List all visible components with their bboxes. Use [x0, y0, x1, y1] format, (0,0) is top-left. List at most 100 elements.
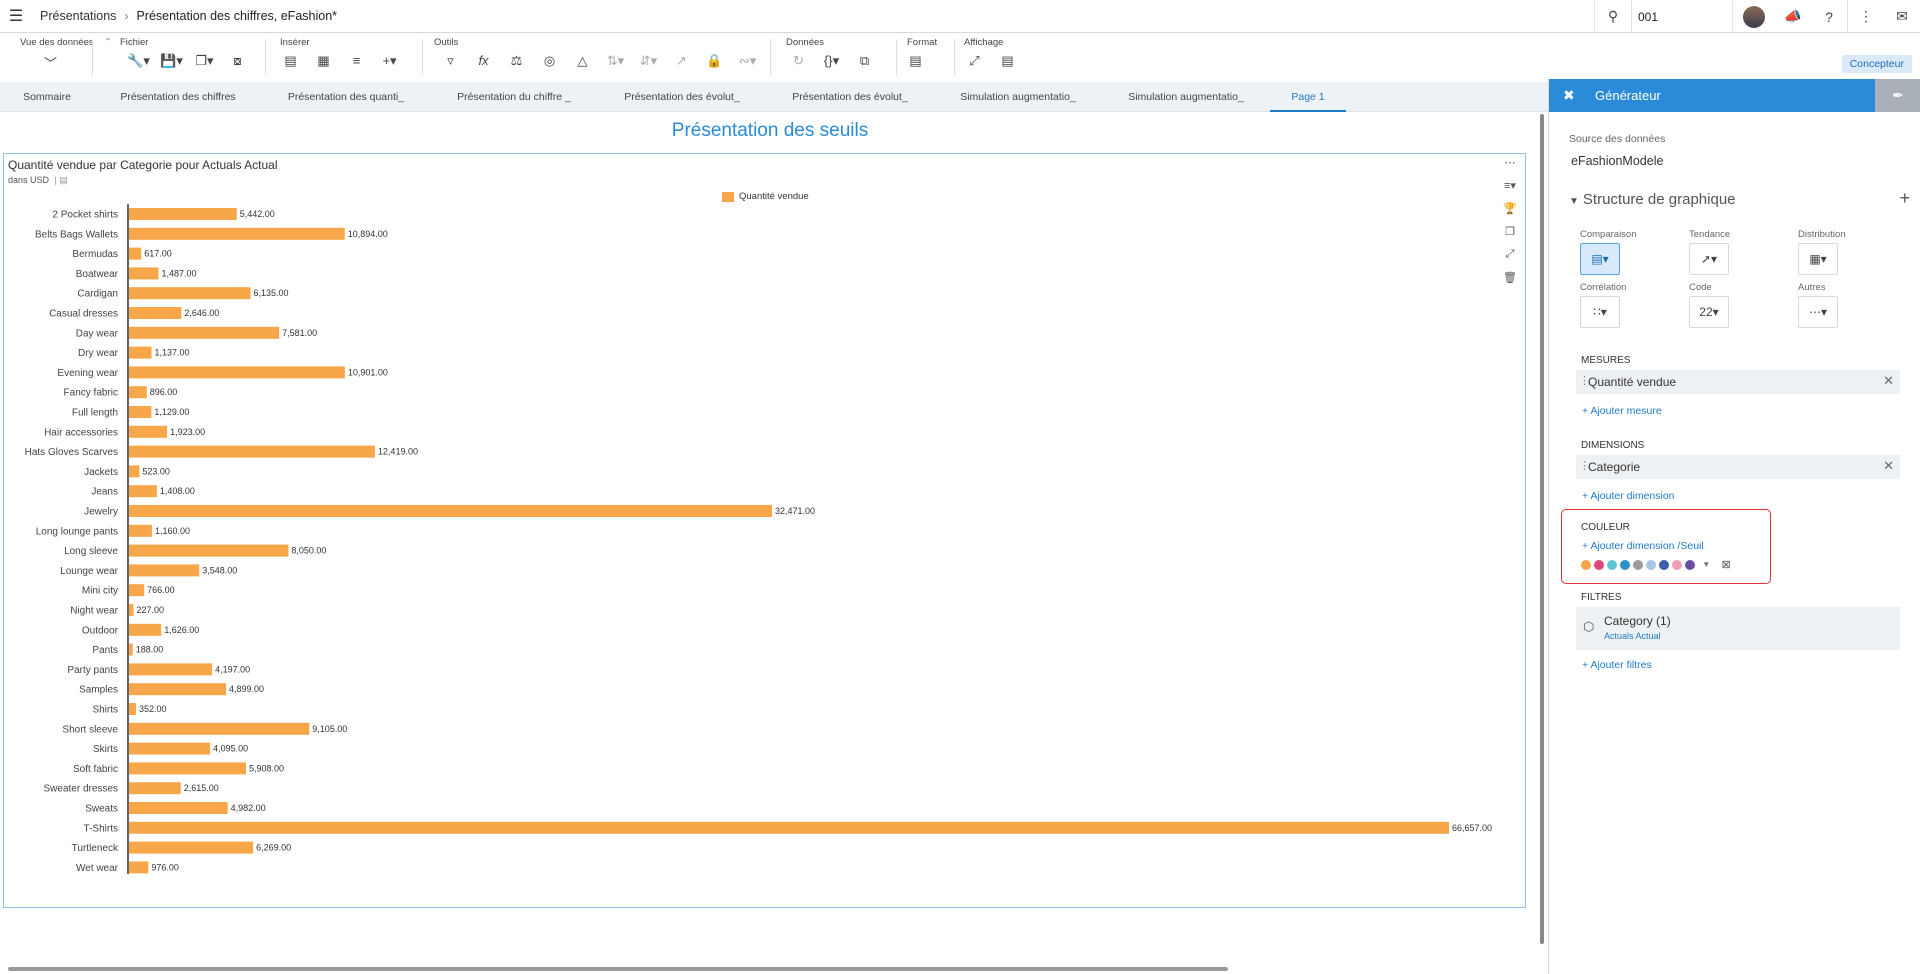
formula-icon[interactable]: fx: [467, 53, 500, 69]
bar[interactable]: [129, 861, 149, 874]
expand-icon[interactable]: ⤢: [1499, 248, 1521, 271]
delete-icon[interactable]: 🗑: [1499, 271, 1521, 294]
more-icon[interactable]: ⋯: [1499, 156, 1521, 179]
bar[interactable]: [129, 604, 134, 616]
layout-icon[interactable]: ▤: [991, 53, 1024, 69]
structure-header[interactable]: ▼ Structure de graphique: [1569, 191, 1736, 208]
lock-icon[interactable]: 🔒: [698, 53, 731, 69]
target-icon[interactable]: ◎: [533, 53, 566, 69]
measure-item[interactable]: ⋮ Quantité vendue ✕: [1576, 370, 1900, 394]
palette-dropdown-icon[interactable]: ▾: [1704, 559, 1709, 570]
help-icon[interactable]: ?: [1811, 9, 1847, 25]
table-icon[interactable]: ▦: [307, 53, 340, 69]
bar[interactable]: [129, 406, 152, 418]
bar[interactable]: [129, 584, 145, 597]
add-filter-link[interactable]: + Ajouter filtres: [1582, 659, 1652, 671]
vertical-scrollbar[interactable]: [1540, 114, 1544, 944]
menu-icon[interactable]: ☰: [0, 6, 32, 26]
tab-presentation-quantites[interactable]: Présentation des quanti_: [262, 82, 430, 112]
chart-icon[interactable]: ▤: [274, 53, 307, 69]
source-value[interactable]: eFashionModele: [1571, 154, 1663, 168]
bar[interactable]: [129, 782, 181, 795]
tab-simulation-2[interactable]: Simulation augmentatio_: [1102, 82, 1270, 112]
bar[interactable]: [129, 208, 237, 220]
add-icon[interactable]: +: [1899, 188, 1910, 209]
bar[interactable]: [129, 267, 159, 280]
filter-icon[interactable]: ▿: [434, 53, 467, 69]
tab-presentation-evolution-2[interactable]: Présentation des évolut_: [766, 82, 934, 112]
bar[interactable]: [129, 802, 228, 814]
bar[interactable]: [129, 544, 289, 557]
tab-presentation-chiffre[interactable]: Présentation du chiffre _: [430, 82, 598, 112]
trophy-icon[interactable]: 🏆: [1499, 202, 1521, 225]
bar[interactable]: [129, 227, 345, 240]
horizontal-scrollbar[interactable]: [8, 967, 1228, 971]
bar[interactable]: [129, 841, 254, 854]
bar[interactable]: [129, 564, 200, 577]
bar[interactable]: [129, 445, 375, 458]
more-icon[interactable]: ⋯▾: [1798, 296, 1838, 328]
copy-icon[interactable]: ❐▾: [188, 53, 221, 69]
bar[interactable]: [129, 722, 310, 735]
trend-icon[interactable]: ↗: [665, 53, 698, 69]
fullscreen-icon[interactable]: ⤢: [958, 53, 991, 69]
grid-table-icon[interactable]: ▦▾: [1798, 243, 1838, 275]
chart-widget[interactable]: Quantité vendue par Categorie pour Actua…: [3, 153, 1526, 908]
bar[interactable]: [129, 663, 213, 676]
link-icon[interactable]: ∾▾: [731, 53, 764, 69]
tab-presentation-chiffres[interactable]: Présentation des chiffres: [94, 82, 262, 112]
bar[interactable]: [129, 505, 773, 517]
bar[interactable]: [129, 742, 211, 755]
avatar[interactable]: [1743, 5, 1765, 28]
merge-icon[interactable]: ⇅▾: [599, 53, 632, 69]
balance-icon[interactable]: ⚖: [500, 53, 533, 69]
designer-button[interactable]: Concepteur: [1841, 55, 1912, 73]
tab-presentation-evolution-1[interactable]: Présentation des évolut_: [598, 82, 766, 112]
copy-icon[interactable]: ❐: [1499, 225, 1521, 248]
tab-sommaire[interactable]: Sommaire: [0, 82, 94, 112]
line-chart-icon[interactable]: ➚▾: [1689, 243, 1729, 275]
sort-icon[interactable]: ⇵▾: [632, 53, 665, 69]
close-icon[interactable]: ✕: [1883, 458, 1894, 474]
network-icon[interactable]: △: [566, 53, 599, 69]
dimension-item[interactable]: ⋮ Categorie ✕: [1576, 455, 1900, 479]
styling-icon[interactable]: ✒: [1875, 79, 1920, 112]
bar[interactable]: [129, 703, 136, 715]
breadcrumb-root[interactable]: Présentations: [40, 9, 116, 23]
bar-chart-icon[interactable]: ▤▾: [1580, 243, 1620, 275]
numeric-point-icon[interactable]: 22▾: [1689, 296, 1729, 328]
bar[interactable]: [129, 683, 227, 696]
bar[interactable]: [129, 821, 1449, 834]
add-color-dimension-link[interactable]: + Ajouter dimension /Seuil: [1582, 540, 1704, 552]
tab-page-1[interactable]: Page 1: [1270, 82, 1346, 112]
variables-icon[interactable]: {}▾: [815, 53, 848, 69]
input-control-icon[interactable]: ≡: [340, 53, 373, 69]
filter-item[interactable]: ⬡ Category (1) Actuals Actual: [1576, 607, 1900, 650]
save-icon[interactable]: 💾▾: [155, 53, 188, 69]
share-icon[interactable]: ⧇: [221, 53, 254, 69]
scatter-icon[interactable]: ∷▾: [1580, 296, 1620, 328]
bar[interactable]: [129, 366, 345, 379]
bar[interactable]: [129, 762, 246, 775]
chevron-down-icon[interactable]: ﹀: [34, 53, 67, 72]
refresh-icon[interactable]: ↻: [782, 53, 815, 69]
tools-icon[interactable]: 🔧▾: [122, 53, 155, 69]
bar[interactable]: [129, 623, 162, 636]
bar[interactable]: [129, 287, 251, 300]
add-measure-link[interactable]: + Ajouter mesure: [1582, 405, 1662, 417]
color-settings-icon[interactable]: ⊠: [1722, 558, 1731, 571]
feedback-icon[interactable]: ✉: [1884, 8, 1920, 25]
bar[interactable]: [129, 524, 152, 537]
sort-icon[interactable]: ≡▾: [1499, 179, 1521, 202]
add-icon[interactable]: +▾: [373, 53, 406, 69]
color-palette[interactable]: ▾ ⊠: [1581, 558, 1731, 571]
bar[interactable]: [129, 326, 280, 339]
bar[interactable]: [129, 643, 133, 656]
format-icon[interactable]: ▤: [899, 53, 932, 69]
megaphone-icon[interactable]: 📣: [1775, 8, 1811, 25]
tenant-field[interactable]: 001: [1632, 10, 1732, 24]
bar[interactable]: [129, 485, 157, 498]
bar[interactable]: [129, 465, 140, 478]
tab-simulation-1[interactable]: Simulation augmentatio_: [934, 82, 1102, 112]
search-icon[interactable]: ⚲: [1595, 8, 1631, 25]
